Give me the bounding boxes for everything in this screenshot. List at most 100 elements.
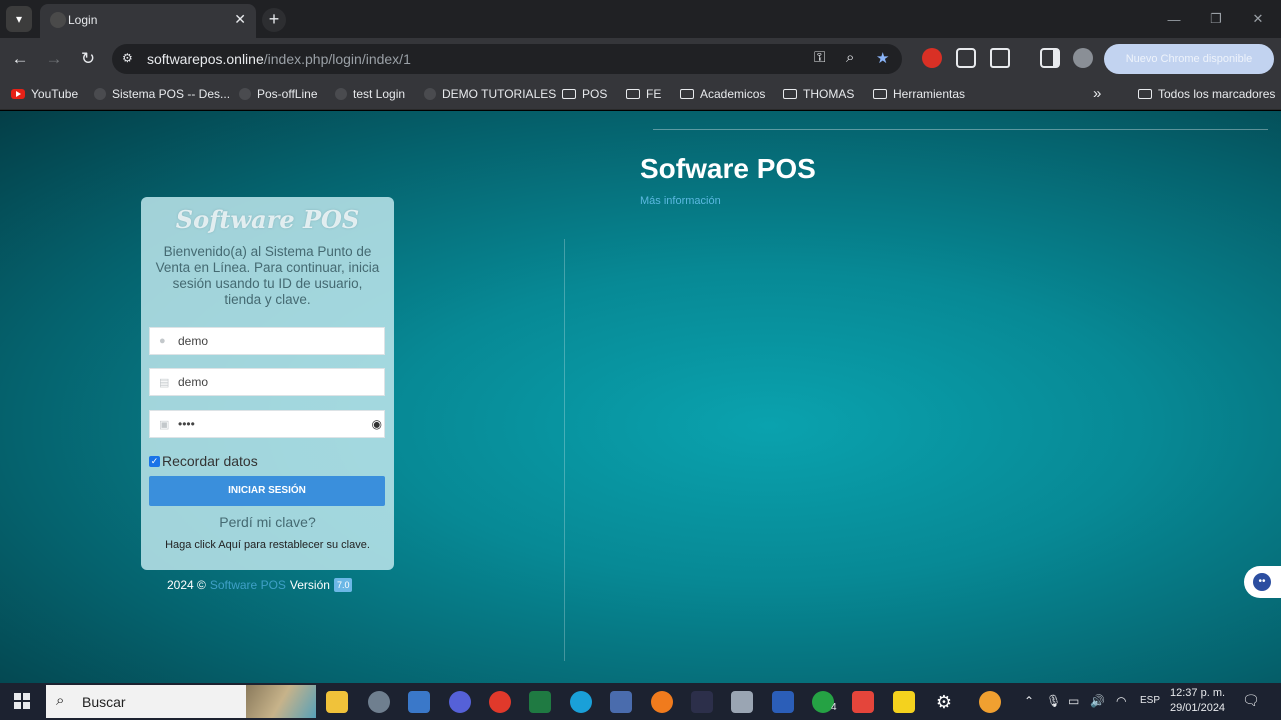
header-divider: [653, 129, 1268, 130]
chat-widget-button[interactable]: ••: [1244, 566, 1281, 598]
site-favicon-icon: [239, 88, 251, 100]
extensions-puzzle-icon[interactable]: [990, 48, 1010, 68]
bookmark-youtube[interactable]: YouTube: [11, 87, 78, 101]
bookmark-sistema-pos[interactable]: Sistema POS -- Des...: [94, 87, 230, 101]
url-text[interactable]: softwarepos.online/index.php/login/index…: [147, 51, 411, 67]
password-key-icon[interactable]: ⚿: [814, 49, 825, 66]
checkbox-checked-icon[interactable]: ✓: [149, 455, 160, 467]
search-icon: ⌕: [56, 692, 65, 709]
windows-taskbar: ⌕ Buscar 4 ⚙ ⌃ 🎙 ▭ 🔊 ◠ ESP 12:37 p. m. 2…: [0, 683, 1281, 720]
login-button[interactable]: INICIAR SESIÓN: [149, 476, 385, 506]
tab-close-icon[interactable]: ✕: [234, 11, 246, 28]
folder-icon: [873, 89, 887, 99]
restore-button[interactable]: ❐: [1195, 0, 1237, 38]
volume-icon[interactable]: 🔊: [1090, 694, 1105, 708]
microphone-icon[interactable]: 🎙: [1046, 694, 1061, 708]
user-icon: ●: [159, 335, 166, 347]
app-icon[interactable]: [691, 691, 713, 713]
bookmark-folder-academicos[interactable]: Academicos: [680, 87, 765, 101]
app-icon[interactable]: [610, 691, 632, 713]
bookmarks-bar: YouTube Sistema POS -- Des... Pos-offLin…: [0, 80, 1281, 110]
password-input[interactable]: ▣ •••• ◉: [149, 410, 385, 438]
sticky-notes-icon[interactable]: [893, 691, 915, 713]
minimize-button[interactable]: —: [1153, 0, 1195, 38]
remember-data-checkbox[interactable]: ✓ Recordar datos: [149, 453, 258, 469]
forward-button[interactable]: →: [42, 47, 66, 71]
login-card: Software POS Bienvenido(a) al Sistema Pu…: [141, 197, 394, 570]
anydesk-icon[interactable]: [852, 691, 874, 713]
edge-icon[interactable]: [570, 691, 592, 713]
store-input[interactable]: ▤ demo: [149, 368, 385, 396]
clock-date: 29/01/2024: [1170, 702, 1226, 714]
more-info-link[interactable]: Más información: [640, 195, 721, 207]
notifications-icon[interactable]: 🗨: [1242, 692, 1260, 709]
forgot-password-text: Perdí mi clave?: [219, 514, 316, 530]
app-icon[interactable]: [368, 691, 390, 713]
weather-icon[interactable]: [979, 691, 1001, 713]
gear-icon[interactable]: ⚙: [933, 691, 955, 713]
password-value: ••••: [178, 417, 195, 431]
folder-icon: [680, 89, 694, 99]
cart-icon: ▤: [159, 377, 170, 389]
side-panel-icon[interactable]: [1040, 48, 1060, 68]
site-settings-icon[interactable]: ⚙: [122, 51, 138, 67]
site-favicon-icon: [424, 88, 436, 100]
footer-brand-link[interactable]: Software POS: [210, 578, 286, 592]
card-logo: Software POS: [175, 205, 360, 234]
tab-search-menu-button[interactable]: ▾: [6, 6, 32, 32]
tab-strip: ▾ Login ✕ + — ❐ ✕: [0, 0, 1281, 38]
vertical-divider: [564, 239, 565, 661]
remember-data-label: Recordar datos: [162, 453, 258, 469]
user-id-input[interactable]: ● demo: [149, 327, 385, 355]
page-footer: 2024 © Software POS Versión 7.0: [167, 578, 353, 592]
show-password-eye-icon[interactable]: ◉: [372, 417, 382, 431]
tab-login[interactable]: Login ✕: [40, 4, 256, 38]
start-windows-icon[interactable]: [14, 693, 30, 709]
bookmark-folder-pos[interactable]: POS: [562, 87, 607, 101]
close-window-button[interactable]: ✕: [1237, 0, 1279, 38]
wifi-icon[interactable]: ◠: [1116, 694, 1126, 708]
whatsapp-badge: 4: [831, 702, 837, 713]
firefox-icon[interactable]: [651, 691, 673, 713]
profile-avatar[interactable]: [1073, 48, 1093, 68]
battery-icon[interactable]: ▭: [1068, 694, 1079, 708]
footer-version-label: Versión: [289, 578, 330, 592]
new-tab-button[interactable]: +: [262, 8, 286, 32]
adblock-extension-icon[interactable]: [922, 48, 942, 68]
language-indicator[interactable]: ESP: [1140, 695, 1160, 706]
show-hidden-icons-chevron-icon[interactable]: ⌃: [1024, 694, 1034, 708]
taskbar-search-input[interactable]: ⌕ Buscar: [46, 685, 316, 718]
excel-icon[interactable]: [529, 691, 551, 713]
back-button[interactable]: ←: [8, 47, 32, 71]
bookmarks-overflow-chevron-icon[interactable]: »: [1093, 85, 1101, 102]
youtube-icon: [11, 89, 25, 99]
bookmark-pos-offline[interactable]: Pos-offLine: [239, 87, 318, 101]
file-explorer-icon[interactable]: [326, 691, 348, 713]
reset-password-link[interactable]: Haga click Aquí para restablecer su clav…: [141, 539, 394, 551]
address-bar[interactable]: ⚙ softwarepos.online/index.php/login/ind…: [112, 44, 902, 74]
folder-icon: [626, 89, 640, 99]
site-favicon-icon: [94, 88, 106, 100]
chat-bot-icon: ••: [1253, 573, 1271, 591]
bookmark-demo-tutoriales[interactable]: DEMO TUTORIALES: [424, 87, 556, 101]
bookmark-folder-fe[interactable]: FE: [626, 87, 661, 101]
qr-extension-icon[interactable]: [956, 48, 976, 68]
bookmark-all-bookmarks[interactable]: Todos los marcadores: [1138, 87, 1275, 101]
bookmark-test-login[interactable]: test Login: [335, 87, 405, 101]
settings-app-icon[interactable]: [449, 691, 471, 713]
word-icon[interactable]: [772, 691, 794, 713]
lock-icon: ▣: [159, 419, 170, 431]
app-window-icon[interactable]: [408, 691, 430, 713]
page-title: Sofware POS: [640, 153, 816, 184]
tab-favicon-icon: [50, 12, 66, 28]
reload-button[interactable]: ↻: [76, 47, 100, 71]
bookmark-star-icon[interactable]: ★: [876, 49, 889, 67]
taskbar-clock[interactable]: 12:37 p. m. 29/01/2024: [1170, 686, 1225, 716]
bookmark-folder-herramientas[interactable]: Herramientas: [873, 87, 965, 101]
keyboard-app-icon[interactable]: [731, 691, 753, 713]
zoom-search-icon[interactable]: ⌕: [846, 49, 854, 66]
bookmark-folder-thomas[interactable]: THOMAS: [783, 87, 854, 101]
chrome-icon[interactable]: [489, 691, 511, 713]
new-chrome-available-button[interactable]: Nuevo Chrome disponible: [1104, 44, 1274, 74]
taskbar-search-placeholder: Buscar: [82, 694, 126, 710]
